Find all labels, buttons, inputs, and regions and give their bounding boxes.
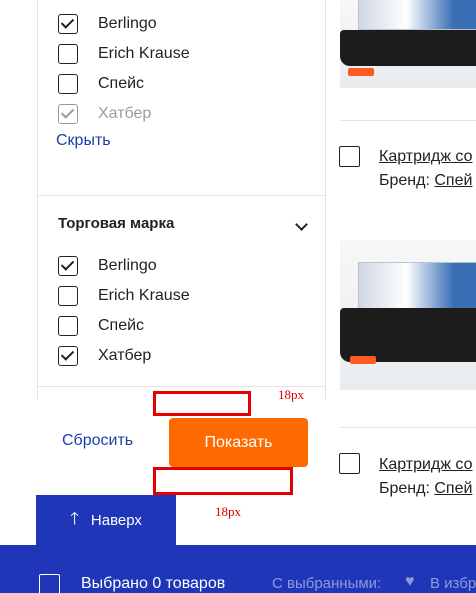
product-title-link[interactable]: Картридж со <box>379 148 473 166</box>
product-brand: Бренд: Спей <box>379 480 472 498</box>
filter-section-title: Торговая марка <box>58 215 175 232</box>
checkbox[interactable] <box>58 346 78 366</box>
product-box-graphic <box>358 262 476 310</box>
product-separator <box>340 427 476 428</box>
with-selected-label: С выбранными: <box>272 575 382 592</box>
spacing-label-bottom: 18px <box>215 504 241 519</box>
scroll-to-top-button[interactable]: 🡑 Наверх <box>36 495 176 545</box>
filter-option-label: Berlingo <box>98 257 157 274</box>
checkbox[interactable] <box>58 286 78 306</box>
filter-option-berlingo[interactable]: Berlingo <box>58 12 157 36</box>
product-select-checkbox[interactable] <box>339 146 360 167</box>
product-image-2[interactable] <box>340 240 476 390</box>
checkbox[interactable] <box>58 14 78 34</box>
product-brand: Бренд: Спей <box>379 172 472 190</box>
checkbox[interactable] <box>58 74 78 94</box>
spacing-marker-bottom <box>153 467 293 495</box>
filter-option-label: Хатбер <box>98 347 152 364</box>
checkbox[interactable] <box>58 256 78 276</box>
add-to-favorites-link[interactable]: В избр <box>430 575 476 592</box>
brand-label: Бренд: <box>379 480 430 497</box>
heart-icon[interactable]: ♥ <box>405 573 415 591</box>
filter-option-speys[interactable]: Спейс <box>58 314 144 338</box>
product-box-graphic <box>358 0 476 30</box>
product-separator <box>340 120 476 121</box>
filter-option-label: Спейс <box>98 317 145 334</box>
cartridge-graphic <box>340 30 476 66</box>
filter-option-erich-krause[interactable]: Erich Krause <box>58 284 190 308</box>
arrow-up-icon: 🡑 <box>70 508 79 528</box>
filter-option-erich-krause[interactable]: Erich Krause <box>58 42 190 66</box>
product-title-link[interactable]: Картридж со <box>379 456 473 474</box>
brand-link[interactable]: Спей <box>434 172 472 189</box>
filter-option-berlingo[interactable]: Berlingo <box>58 254 157 278</box>
cartridge-graphic <box>340 308 476 362</box>
filter-option-label: Erich Krause <box>98 45 190 62</box>
brand-link[interactable]: Спей <box>434 480 472 497</box>
show-results-button[interactable]: Показать <box>169 418 308 467</box>
filter-divider <box>38 195 326 196</box>
filter-panel: Berlingo Erich Krause Спейс Хатбер Скрыт… <box>37 0 326 400</box>
bulk-action-bar: Выбрано 0 товаров С выбранными: ♥ В избр <box>0 545 476 593</box>
selected-count: Выбрано 0 товаров <box>81 575 226 592</box>
filter-option-label: Хатбер <box>98 105 152 122</box>
product-select-checkbox[interactable] <box>339 453 360 474</box>
filter-option-speys[interactable]: Спейс <box>58 72 144 96</box>
filter-option-hatber[interactable]: Хатбер <box>58 102 151 126</box>
filter-option-label: Спейс <box>98 75 145 92</box>
brand-label: Бренд: <box>379 172 430 189</box>
cartridge-tab-graphic <box>348 68 374 76</box>
spacing-label-top: 18px <box>278 387 304 402</box>
chevron-down-icon[interactable] <box>295 218 308 231</box>
product-image-1[interactable] <box>340 0 476 88</box>
reset-filter-button[interactable]: Сбросить <box>62 432 133 450</box>
checkbox[interactable] <box>58 316 78 336</box>
filter-option-hatber[interactable]: Хатбер <box>58 344 151 368</box>
checkbox[interactable] <box>58 104 78 124</box>
filter-option-label: Erich Krause <box>98 287 190 304</box>
spacing-marker-top <box>153 391 251 416</box>
cartridge-tab-graphic <box>350 356 376 364</box>
scroll-to-top-label: Наверх <box>90 511 142 529</box>
filter-option-label: Berlingo <box>98 15 157 32</box>
select-all-checkbox[interactable] <box>39 574 60 593</box>
checkbox[interactable] <box>58 44 78 64</box>
hide-filter-link[interactable]: Скрыть <box>56 132 111 150</box>
